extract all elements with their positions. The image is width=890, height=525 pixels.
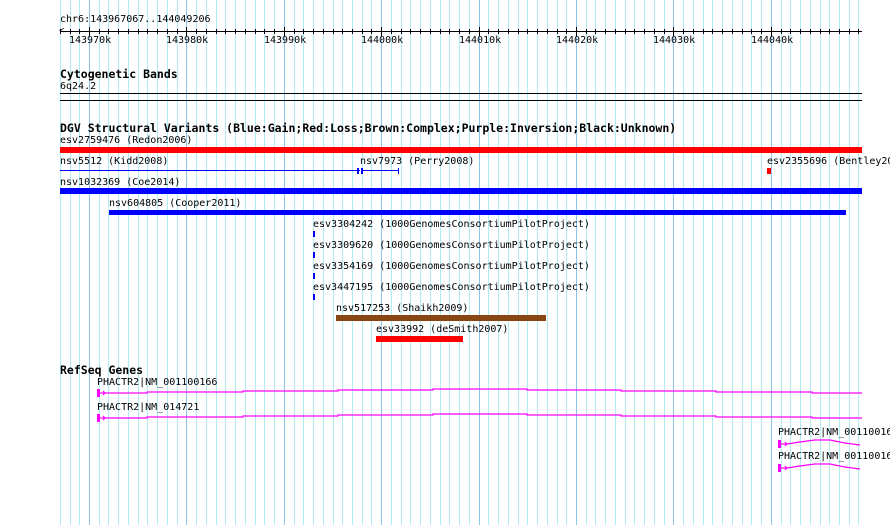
gene-models <box>97 388 862 472</box>
gene-model[interactable] <box>778 463 861 472</box>
gene-model[interactable] <box>97 388 862 397</box>
gene-model[interactable] <box>778 439 861 448</box>
genome-browser-panel: chr6:143967067..144049206 < 143970k 14398… <box>0 0 890 525</box>
gene-model[interactable] <box>97 413 862 422</box>
